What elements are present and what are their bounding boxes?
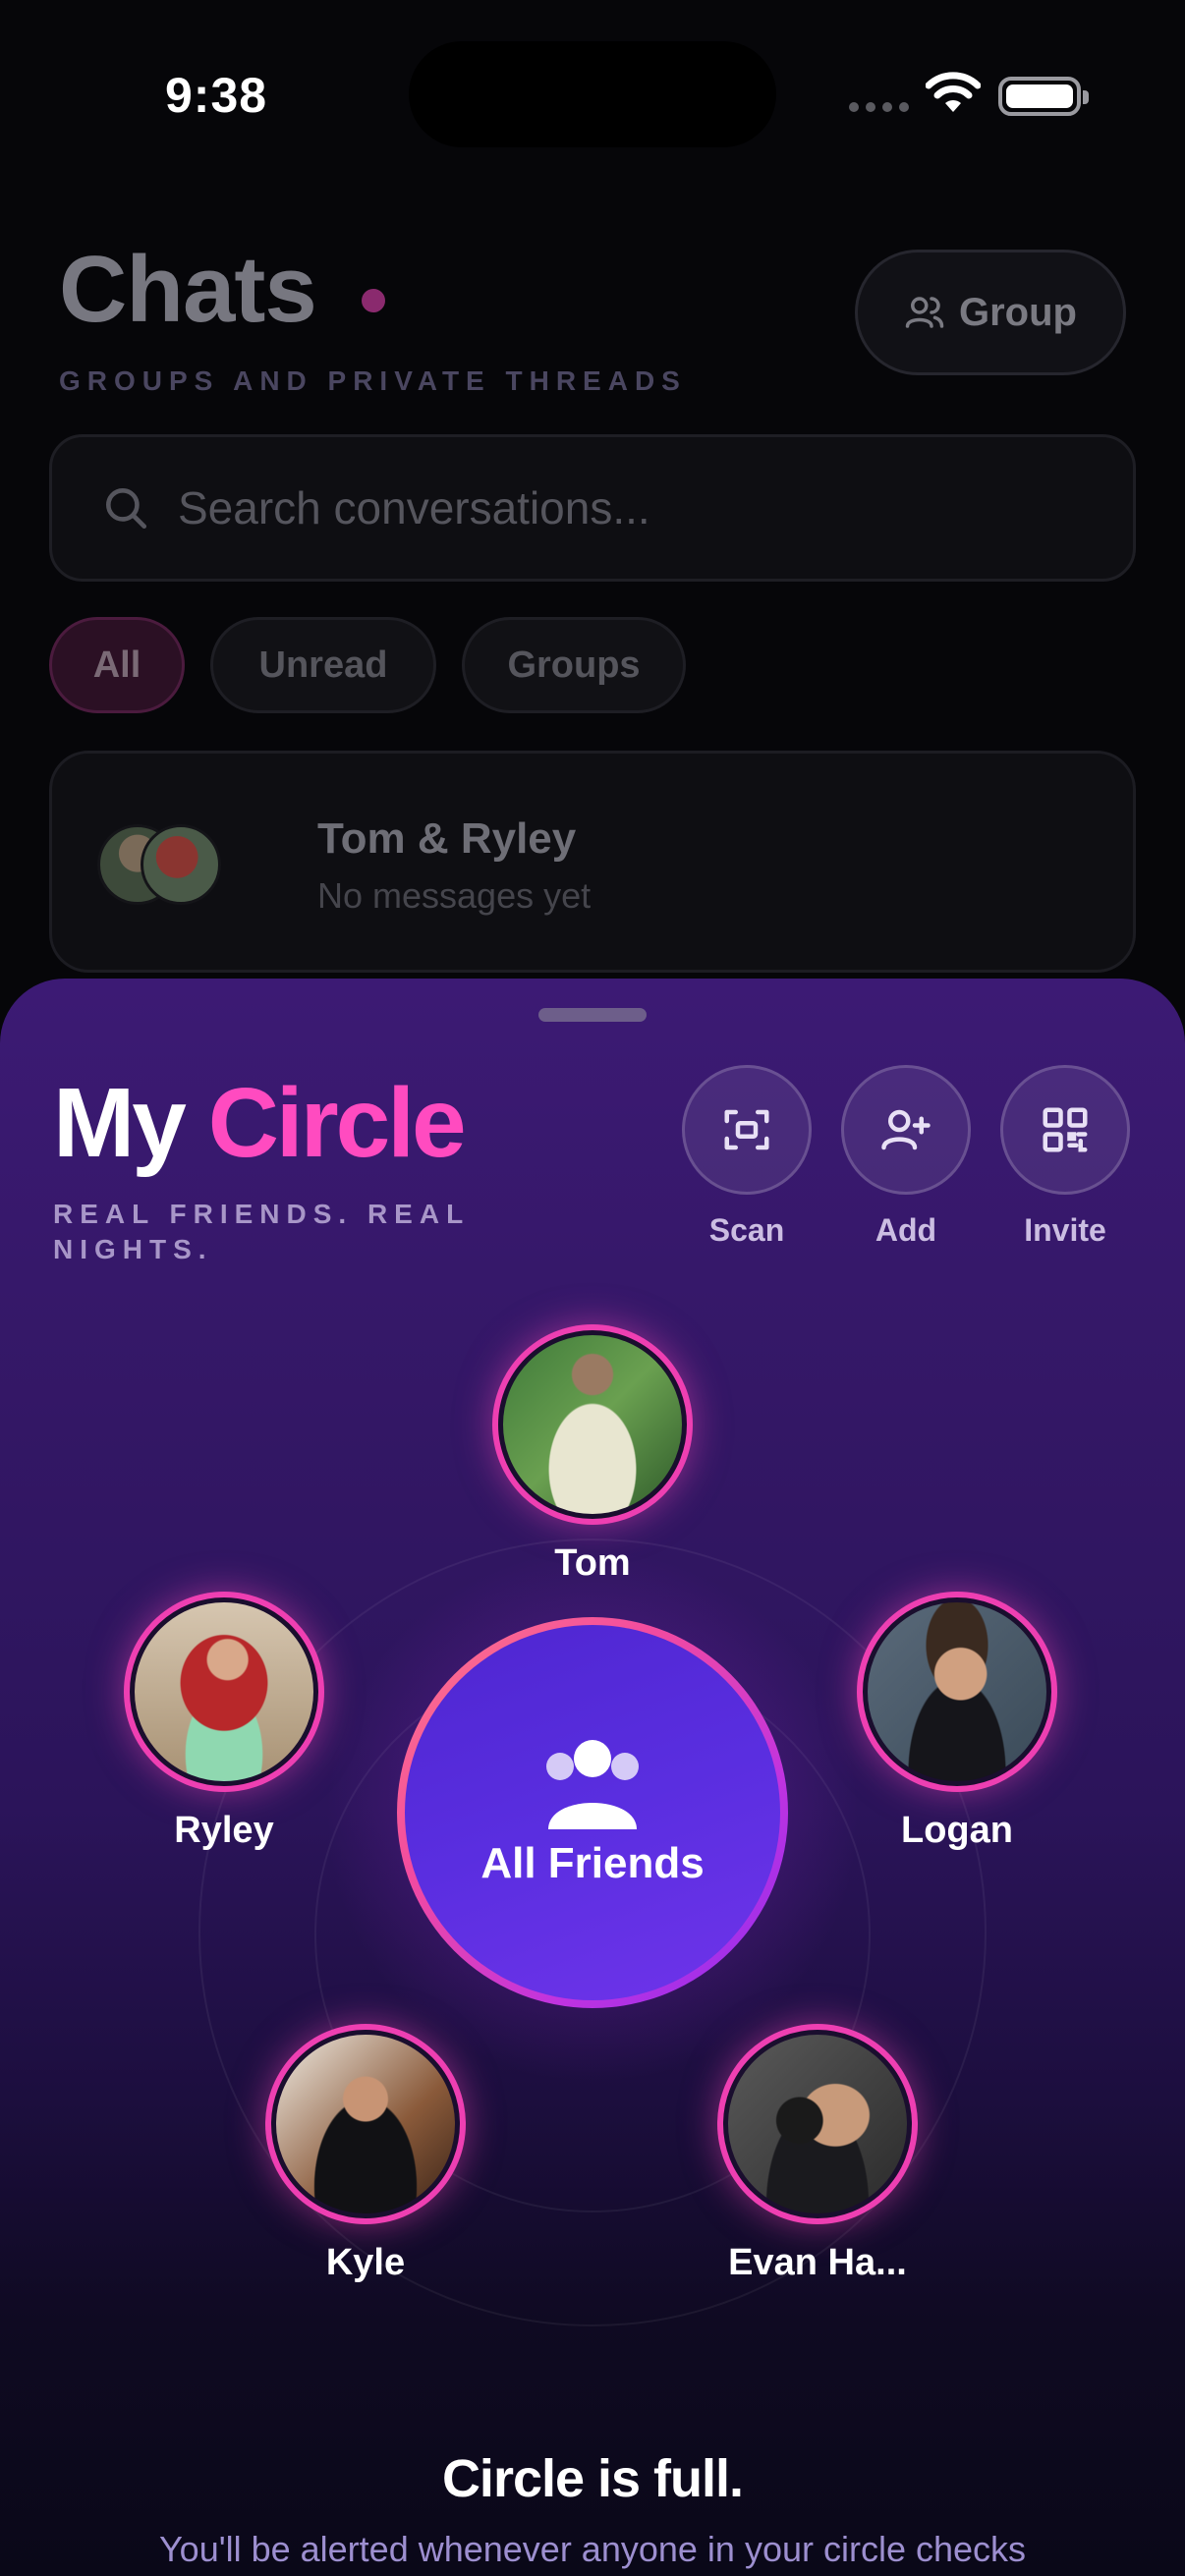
friend-kyle[interactable]: Kyle — [265, 2024, 466, 2284]
invite-button[interactable]: Invite — [1000, 1065, 1130, 1249]
add-person-icon — [881, 1109, 931, 1150]
search-icon — [106, 488, 147, 530]
new-group-label: Group — [959, 290, 1077, 334]
filter-all[interactable]: All — [49, 617, 185, 713]
sheet-subtitle: REAL FRIENDS. REAL NIGHTS. — [53, 1199, 470, 1264]
friend-logan[interactable]: Logan — [857, 1592, 1057, 1852]
friend-ryley[interactable]: Ryley — [124, 1592, 324, 1852]
dynamic-island — [409, 41, 776, 147]
filter-unread[interactable]: Unread — [210, 617, 436, 713]
title-dot — [362, 289, 385, 312]
scan-button[interactable]: Scan — [682, 1065, 812, 1249]
wifi-icon — [926, 72, 981, 112]
search-placeholder: Search conversations... — [178, 482, 650, 533]
conversation-row[interactable]: Tom & Ryley No messages yet — [49, 751, 1136, 973]
avatar — [498, 1330, 687, 1519]
new-group-button[interactable]: Group — [855, 250, 1126, 375]
sheet-title: My Circle — [53, 1067, 467, 1180]
avatar — [863, 1597, 1051, 1786]
search-input[interactable]: Search conversations... — [49, 434, 1136, 582]
avatar — [723, 2030, 912, 2218]
friend-name: Kyle — [325, 2242, 406, 2283]
sheet-grabber[interactable] — [538, 1008, 647, 1022]
avatar — [130, 1597, 318, 1786]
battery-icon — [998, 77, 1089, 116]
sheet-title-my: My — [53, 1068, 187, 1178]
group-icon — [546, 1740, 639, 1829]
add-friend-button[interactable]: Add — [841, 1065, 971, 1249]
chats-title: Chats — [59, 237, 317, 342]
status-time: 9:38 — [165, 68, 268, 123]
filter-groups[interactable]: Groups — [462, 617, 686, 713]
circle-full-subtitle: You'll be alerted whenever anyone in you… — [158, 2529, 1027, 2569]
friend-evan[interactable]: Evan Ha... — [717, 2024, 918, 2284]
cellular-signal-icon — [849, 102, 909, 112]
add-label: Add — [875, 1212, 937, 1248]
invite-label: Invite — [1024, 1212, 1106, 1248]
all-friends-button[interactable]: All Friends — [397, 1617, 788, 2008]
all-friends-label: All Friends — [480, 1839, 705, 1887]
my-circle-sheet: My Circle REAL FRIENDS. REAL NIGHTS. Sca… — [0, 979, 1185, 2576]
conversation-name: Tom & Ryley — [317, 814, 577, 863]
friend-tom[interactable]: Tom — [492, 1324, 693, 1585]
friend-name: Tom — [554, 1542, 631, 1584]
avatar — [271, 2030, 460, 2218]
qr-code-icon — [1043, 1107, 1088, 1152]
friend-name: Logan — [901, 1810, 1013, 1851]
screen: 9:38 Chats GROUPS AND PRIVATE THREADS Gr… — [0, 0, 1185, 2576]
scan-icon — [724, 1109, 769, 1150]
conversation-preview: No messages yet — [317, 875, 592, 916]
circle-full-title: Circle is full. — [441, 2449, 744, 2508]
avatar — [141, 824, 221, 905]
people-icon — [905, 297, 944, 328]
scan-label: Scan — [708, 1212, 785, 1248]
friend-name: Ryley — [174, 1810, 274, 1851]
sheet-title-circle: Circle — [207, 1068, 467, 1178]
friend-name: Evan Ha... — [728, 2242, 907, 2283]
chats-subtitle: GROUPS AND PRIVATE THREADS — [59, 365, 687, 396]
